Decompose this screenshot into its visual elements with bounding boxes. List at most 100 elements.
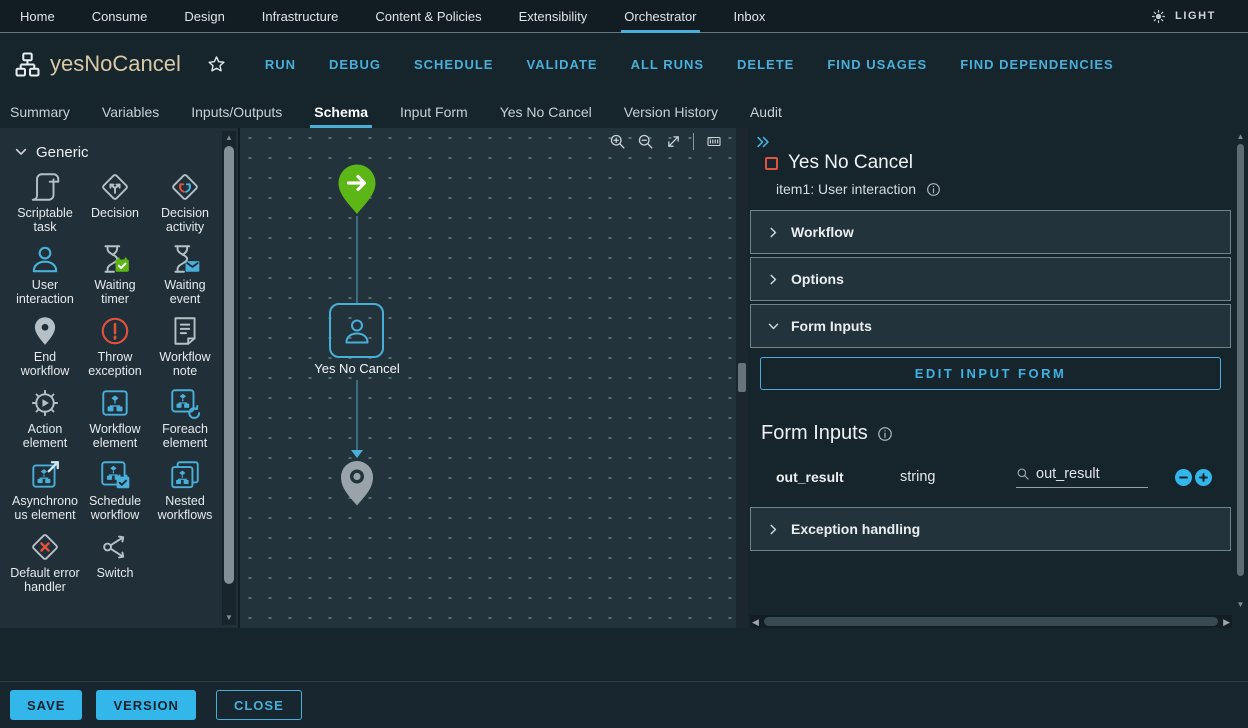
zoom-out-icon[interactable] bbox=[637, 133, 654, 150]
theme-toggle[interactable]: LIGHT bbox=[1151, 0, 1216, 32]
tab-label: Audit bbox=[750, 104, 782, 120]
header-action-label: SCHEDULE bbox=[414, 57, 494, 72]
form-input-type: string bbox=[900, 469, 1016, 485]
header-action-button[interactable]: VALIDATE bbox=[526, 57, 597, 72]
canvas-scrollbar[interactable] bbox=[736, 128, 748, 628]
header-action-button[interactable]: SCHEDULE bbox=[414, 57, 494, 72]
nav-item[interactable]: Content & Policies bbox=[375, 0, 481, 32]
scroll-down-arrow[interactable]: ▼ bbox=[222, 613, 236, 623]
header-action-button[interactable]: FIND USAGES bbox=[827, 57, 927, 72]
palette-item[interactable]: Waiting timer bbox=[80, 242, 150, 306]
palette-item[interactable]: Scriptable task bbox=[10, 170, 80, 234]
tab[interactable]: Yes No Cancel bbox=[500, 95, 592, 128]
task-node-yes-no-cancel[interactable] bbox=[329, 303, 384, 358]
inspector-scrollbar-thumb[interactable] bbox=[1237, 144, 1244, 576]
header-action-label: FIND DEPENDENCIES bbox=[960, 57, 1114, 72]
decision-activity-icon bbox=[168, 170, 202, 204]
header-action-button[interactable]: DEBUG bbox=[329, 57, 381, 72]
info-icon[interactable] bbox=[877, 426, 893, 442]
footer-button[interactable]: VERSION bbox=[96, 690, 196, 720]
footer-button[interactable]: SAVE bbox=[10, 690, 82, 720]
throw-exception-icon bbox=[98, 314, 132, 348]
tab[interactable]: Inputs/Outputs bbox=[191, 95, 282, 128]
header-action-button[interactable]: RUN bbox=[265, 57, 296, 72]
palette-item[interactable]: End workflow bbox=[10, 314, 80, 378]
edit-input-form-button[interactable]: EDIT INPUT FORM bbox=[760, 357, 1221, 390]
zoom-in-icon[interactable] bbox=[609, 133, 626, 150]
canvas-toolbar bbox=[609, 133, 722, 150]
section-exception-handling[interactable]: Exception handling bbox=[750, 507, 1231, 551]
header-action-button[interactable]: DELETE bbox=[737, 57, 794, 72]
workflow-note-icon bbox=[168, 314, 202, 348]
scroll-up-arrow[interactable]: ▲ bbox=[222, 133, 236, 143]
header-action-label: DELETE bbox=[737, 57, 794, 72]
palette-scrollbar[interactable]: ▲ ▼ bbox=[222, 131, 236, 625]
birdseye-icon[interactable] bbox=[693, 133, 722, 150]
palette-item[interactable]: Decision bbox=[80, 170, 150, 234]
inspector-hscrollbar-thumb[interactable] bbox=[764, 617, 1218, 626]
scroll-down-arrow[interactable]: ▼ bbox=[1234, 600, 1247, 610]
section-workflow[interactable]: Workflow bbox=[750, 210, 1231, 254]
nav-item[interactable]: Design bbox=[184, 0, 224, 32]
palette-item[interactable]: Action element bbox=[10, 386, 80, 450]
header-action-button[interactable]: FIND DEPENDENCIES bbox=[960, 57, 1114, 72]
palette-item[interactable]: Switch bbox=[80, 530, 150, 594]
nav-item[interactable]: Infrastructure bbox=[262, 0, 339, 32]
tab[interactable]: Version History bbox=[624, 95, 718, 128]
tab-label: Input Form bbox=[400, 104, 468, 120]
start-node[interactable] bbox=[335, 164, 379, 216]
add-input-button[interactable] bbox=[1195, 469, 1212, 486]
inspector-horizontal-scrollbar[interactable]: ◀ ▶ bbox=[750, 615, 1232, 628]
collapse-panel-icon[interactable] bbox=[755, 134, 771, 150]
scriptable-task-icon bbox=[28, 170, 62, 204]
palette-item-label: Waiting timer bbox=[80, 278, 150, 306]
nav-item[interactable]: Inbox bbox=[734, 0, 766, 32]
palette-item[interactable]: Nested workflows bbox=[150, 458, 220, 522]
nav-item[interactable]: Consume bbox=[92, 0, 148, 32]
tab[interactable]: Summary bbox=[10, 95, 70, 128]
user-interaction-icon bbox=[28, 242, 62, 276]
nav-item[interactable]: Extensibility bbox=[519, 0, 588, 32]
palette-item-label: End workflow bbox=[10, 350, 80, 378]
palette-item[interactable]: Foreach element bbox=[150, 386, 220, 450]
sun-icon bbox=[1151, 9, 1166, 24]
palette-item-label: Decision bbox=[91, 206, 139, 220]
form-inputs-heading-text: Form Inputs bbox=[761, 422, 868, 445]
section-form-inputs[interactable]: Form Inputs bbox=[750, 304, 1231, 348]
remove-input-button[interactable] bbox=[1175, 469, 1192, 486]
section-options[interactable]: Options bbox=[750, 257, 1231, 301]
info-icon[interactable] bbox=[926, 182, 941, 197]
palette-item[interactable]: Waiting event bbox=[150, 242, 220, 306]
action-element-icon bbox=[28, 386, 62, 420]
tab[interactable]: Input Form bbox=[400, 95, 468, 128]
palette-item[interactable]: Decision activity bbox=[150, 170, 220, 234]
inspector-vertical-scrollbar[interactable]: ▲ ▼ bbox=[1234, 130, 1247, 612]
nav-item[interactable]: Orchestrator bbox=[624, 0, 696, 32]
palette-item[interactable]: Throw exception bbox=[80, 314, 150, 378]
palette-item[interactable]: Workflow note bbox=[150, 314, 220, 378]
workflow-canvas[interactable]: Yes No Cancel bbox=[240, 128, 748, 628]
end-node[interactable] bbox=[337, 460, 377, 507]
header-action-button[interactable]: ALL RUNS bbox=[631, 57, 704, 72]
tab[interactable]: Schema bbox=[314, 95, 368, 128]
scroll-right-arrow[interactable]: ▶ bbox=[1223, 617, 1230, 627]
palette-item[interactable]: Default error handler bbox=[10, 530, 80, 594]
palette-item[interactable]: Schedule workflow bbox=[80, 458, 150, 522]
tab[interactable]: Audit bbox=[750, 95, 782, 128]
nav-item[interactable]: Home bbox=[20, 0, 55, 32]
palette-item[interactable]: User interaction bbox=[10, 242, 80, 306]
palette-group-generic[interactable]: Generic bbox=[14, 142, 212, 162]
form-input-value-field[interactable]: out_result bbox=[1016, 466, 1148, 488]
scroll-up-arrow[interactable]: ▲ bbox=[1234, 132, 1247, 142]
workflow-header: yesNoCancel RUN DEBUG SCHEDULE VALIDATE … bbox=[0, 33, 1248, 95]
tab[interactable]: Variables bbox=[102, 95, 159, 128]
scroll-left-arrow[interactable]: ◀ bbox=[752, 617, 759, 627]
chevron-right-icon bbox=[767, 523, 780, 536]
palette-scrollbar-thumb[interactable] bbox=[224, 146, 234, 584]
footer-button[interactable]: CLOSE bbox=[216, 690, 302, 720]
fullscreen-icon[interactable] bbox=[665, 133, 682, 150]
palette-item[interactable]: Workflow element bbox=[80, 386, 150, 450]
star-icon[interactable] bbox=[206, 54, 227, 75]
palette-item[interactable]: Asynchronous element bbox=[10, 458, 80, 522]
canvas-scrollbar-thumb[interactable] bbox=[738, 363, 746, 392]
